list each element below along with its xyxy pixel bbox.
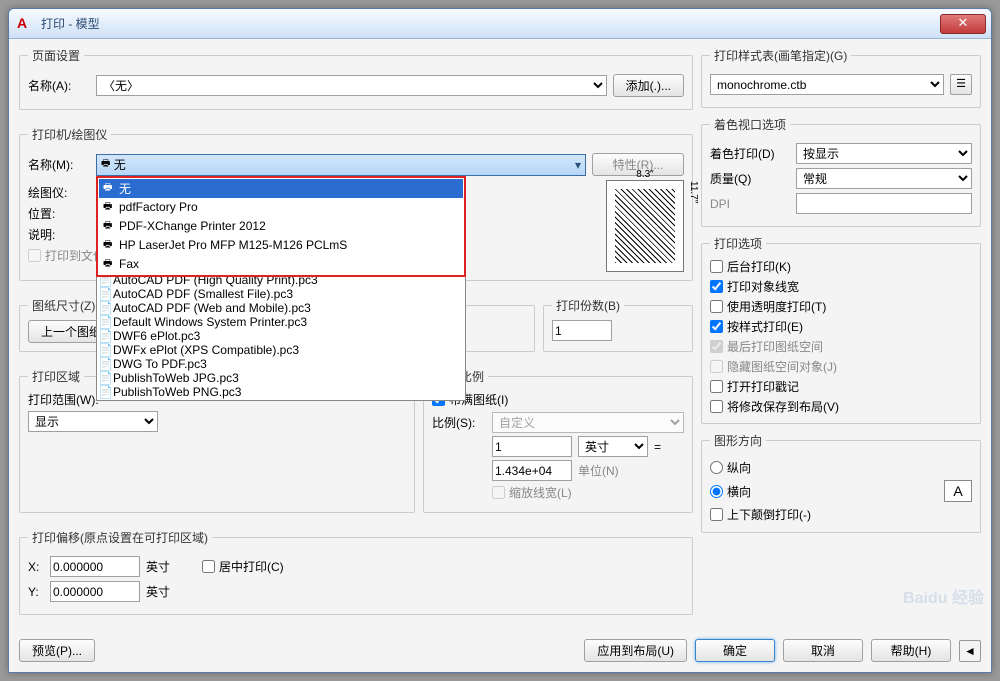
- copies-input[interactable]: [552, 320, 612, 341]
- scale-num-input[interactable]: [492, 436, 572, 457]
- page-setup-group: 页面设置 名称(A): 〈无〉 添加(.)...: [19, 47, 693, 110]
- printer-name-select[interactable]: 🖶 无: [96, 154, 586, 176]
- pageset-name-label: 名称(A):: [28, 77, 90, 94]
- opt-save-checkbox[interactable]: [710, 400, 723, 413]
- printer-option[interactable]: 🖶pdfFactory Pro: [99, 198, 463, 217]
- printer-dropdown-list-extra: 📄AutoCAD PDF (General Documentation).pc3…: [96, 258, 466, 401]
- opt-stamp-checkbox[interactable]: [710, 380, 723, 393]
- window-title: 打印 - 模型: [41, 15, 940, 32]
- scale-den-input[interactable]: [492, 460, 572, 481]
- printer-option[interactable]: 📄DWFx ePlot (XPS Compatible).pc3: [98, 343, 464, 357]
- offset-x-unit: 英寸: [146, 558, 170, 575]
- paper-size-legend: 图纸尺寸(Z): [28, 297, 99, 314]
- dpi-label: DPI: [710, 197, 790, 211]
- offset-group: 打印偏移(原点设置在可打印区域) X: 英寸 居中打印(C) Y: 英寸: [19, 529, 693, 615]
- printer-option[interactable]: 🖶无: [99, 179, 463, 198]
- where-label: 位置:: [28, 205, 90, 222]
- desc-label: 说明:: [28, 226, 90, 243]
- plotter-label: 绘图仪:: [28, 184, 90, 201]
- cancel-button[interactable]: 取消: [783, 639, 863, 662]
- shaded-viewport-group: 着色视口选项 着色打印(D) 按显示 质量(Q) 常规 DPI: [701, 116, 981, 227]
- printer-option[interactable]: 📄DWG To PDF.pc3: [98, 357, 464, 371]
- quality-select[interactable]: 常规: [796, 168, 972, 189]
- plot-range-select[interactable]: 显示: [28, 411, 158, 432]
- printer-group: 打印机/绘图仪 名称(M): 🖶 无 🖶无 🖶pdfFactory Pro 🖶P…: [19, 126, 693, 281]
- options-legend: 打印选项: [710, 235, 766, 252]
- offset-y-input[interactable]: [50, 581, 140, 602]
- offset-y-label: Y:: [28, 585, 44, 599]
- printer-option[interactable]: 🖶PDF-XChange Printer 2012: [99, 217, 463, 236]
- plot-style-legend: 打印样式表(画笔指定)(G): [710, 47, 851, 64]
- printer-option[interactable]: 🖶Fax: [99, 255, 463, 274]
- quality-label: 质量(Q): [710, 170, 790, 187]
- offset-x-label: X:: [28, 560, 44, 574]
- shade-select[interactable]: 按显示: [796, 143, 972, 164]
- opt-transp-checkbox[interactable]: [710, 300, 723, 313]
- equals-label: =: [654, 440, 661, 454]
- print-dialog: A 打印 - 模型 ✕ 页面设置 名称(A): 〈无〉 添加(.)... 打印机…: [8, 8, 992, 673]
- center-plot-checkbox[interactable]: [202, 560, 215, 573]
- pageset-name-select[interactable]: 〈无〉: [96, 75, 607, 96]
- scale-label: 比例(S):: [432, 414, 486, 431]
- page-setup-legend: 页面设置: [28, 47, 84, 64]
- ok-button[interactable]: 确定: [695, 639, 775, 662]
- plot-area-legend: 打印区域: [28, 368, 84, 385]
- orient-icon: A: [944, 480, 972, 502]
- titlebar: A 打印 - 模型 ✕: [9, 9, 991, 39]
- app-icon: A: [17, 15, 35, 33]
- printer-option[interactable]: 📄DWF6 ePlot.pc3: [98, 329, 464, 343]
- plot-to-file-checkbox: [28, 249, 41, 262]
- printer-dropdown-list: 🖶无 🖶pdfFactory Pro 🖶PDF-XChange Printer …: [96, 176, 466, 277]
- orient-legend: 图形方向: [710, 432, 766, 449]
- orient-upside-checkbox[interactable]: [710, 508, 723, 521]
- shaded-legend: 着色视口选项: [710, 116, 790, 133]
- plot-style-edit-button[interactable]: ☰: [950, 74, 972, 95]
- offset-y-unit: 英寸: [146, 583, 170, 600]
- plot-style-group: 打印样式表(画笔指定)(G) monochrome.ctb ☰: [701, 47, 981, 108]
- help-button[interactable]: 帮助(H): [871, 639, 951, 662]
- printer-legend: 打印机/绘图仪: [28, 126, 111, 143]
- printer-option[interactable]: 📄AutoCAD PDF (Web and Mobile).pc3: [98, 301, 464, 315]
- scale-den-unit: 单位(N): [578, 462, 619, 479]
- offset-legend: 打印偏移(原点设置在可打印区域): [28, 529, 212, 546]
- orient-landscape-radio[interactable]: [710, 485, 723, 498]
- printer-name-label: 名称(M):: [28, 156, 90, 173]
- shade-label: 着色打印(D): [710, 145, 790, 162]
- opt-paperspace-checkbox: [710, 340, 723, 353]
- offset-x-input[interactable]: [50, 556, 140, 577]
- opt-bg-checkbox[interactable]: [710, 260, 723, 273]
- copies-legend: 打印份数(B): [552, 297, 624, 314]
- printer-option[interactable]: 🖶HP LaserJet Pro MFP M125-M126 PCLmS: [99, 236, 463, 255]
- printer-option[interactable]: 📄PublishToWeb PNG.pc3: [98, 385, 464, 399]
- orient-portrait-radio[interactable]: [710, 461, 723, 474]
- opt-styles-checkbox[interactable]: [710, 320, 723, 333]
- printer-option[interactable]: 📄PublishToWeb JPG.pc3: [98, 371, 464, 385]
- paper-preview: 8.3″ 11.7″: [606, 180, 684, 272]
- copies-group: 打印份数(B): [543, 297, 693, 352]
- preview-button[interactable]: 预览(P)...: [19, 639, 95, 662]
- plot-options-group: 打印选项 后台打印(K) 打印对象线宽 使用透明度打印(T) 按样式打印(E) …: [701, 235, 981, 424]
- pageset-add-button[interactable]: 添加(.)...: [613, 74, 684, 97]
- orientation-group: 图形方向 纵向 横向 A 上下颠倒打印(-): [701, 432, 981, 533]
- collapse-button[interactable]: ◄: [959, 640, 981, 662]
- opt-hide-checkbox: [710, 360, 723, 373]
- close-button[interactable]: ✕: [940, 14, 986, 34]
- plot-style-select[interactable]: monochrome.ctb: [710, 74, 944, 95]
- printer-option[interactable]: 📄Default Windows System Printer.pc3: [98, 315, 464, 329]
- scale-lw-checkbox: [492, 486, 505, 499]
- dpi-input: [796, 193, 972, 214]
- scale-select[interactable]: 自定义: [492, 412, 684, 433]
- scale-num-unit[interactable]: 英寸: [578, 436, 648, 457]
- printer-option[interactable]: 📄AutoCAD PDF (Smallest File).pc3: [98, 287, 464, 301]
- opt-lw-checkbox[interactable]: [710, 280, 723, 293]
- apply-layout-button[interactable]: 应用到布局(U): [584, 639, 687, 662]
